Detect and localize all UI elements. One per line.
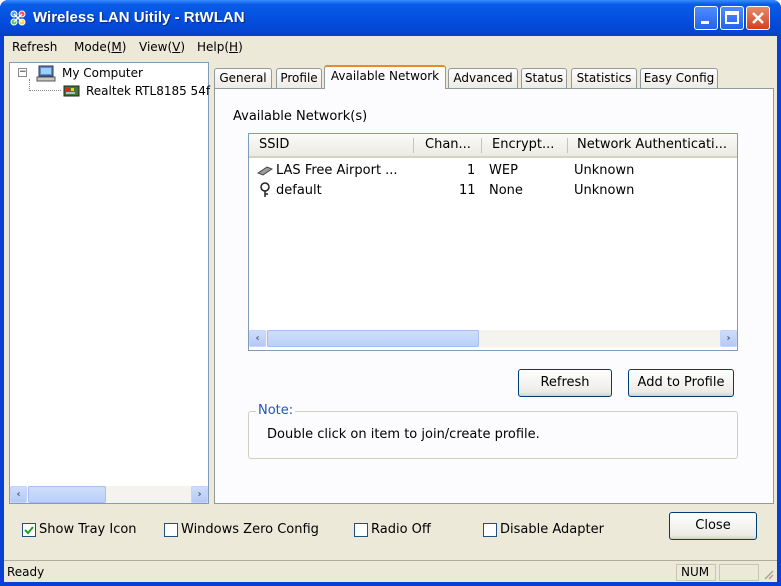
collapse-expander[interactable]: − [18,68,27,77]
window-title: Wireless LAN Uitily - RtWLAN [33,9,245,26]
radio-off-label: Radio Off [371,522,431,537]
menu-refresh-label: Refresh [12,40,58,54]
menu-refresh[interactable]: Refresh [12,40,57,54]
scroll-left-icon[interactable]: ‹ [10,486,27,503]
table-row[interactable]: default 11 None Unknown [249,181,737,201]
ap-antenna-icon [257,166,273,176]
status-text: Ready [7,565,45,579]
menu-help-suffix: ) [238,40,243,54]
menu-view-label: View( [139,40,173,54]
minimize-button[interactable] [694,6,718,30]
cell-auth: Unknown [574,183,635,198]
resize-grip-icon[interactable] [762,568,774,580]
menu-mode-label: Mode( [74,40,112,54]
close-button[interactable]: Close [669,512,757,540]
tree-scroll-thumb[interactable] [28,486,106,503]
maximize-icon [725,11,739,24]
tab-easy-config[interactable]: Easy Config [640,68,718,88]
list-header: SSID Chan... Encrypt... Network Authenti… [249,134,737,158]
close-window-button[interactable] [746,6,770,30]
tree-connector-branch [29,90,61,91]
cell-ssid: LAS Free Airport ... [276,163,398,178]
column-ssid[interactable]: SSID [249,134,411,156]
minimize-icon [701,21,709,24]
tab-statistics[interactable]: Statistics [571,68,637,88]
available-networks-heading: Available Network(s) [233,109,368,124]
column-encryption[interactable]: Encrypt... [482,134,566,156]
menu-mode[interactable]: Mode(M) [74,40,126,54]
checkmark-icon [24,526,34,535]
menu-help-mnemonic: H [229,40,239,54]
tree-item-my-computer[interactable]: My Computer [62,66,143,80]
adhoc-key-icon [260,182,270,197]
menu-mode-mnemonic: M [111,40,122,54]
tab-available-network[interactable]: Available Network [324,65,446,89]
radio-off-checkbox[interactable] [354,523,368,537]
column-channel[interactable]: Chan... [415,134,481,156]
cell-channel: 1 [467,163,476,178]
my-computer-icon [36,65,56,82]
cell-ssid: default [276,183,322,198]
network-app-icon [10,10,26,26]
refresh-button[interactable]: Refresh [518,369,612,397]
device-tree[interactable]: − My Computer Realtek RTL8185 54f ‹ › [9,62,210,504]
tab-advanced[interactable]: Advanced [448,68,518,88]
tree-item-realtek-adapter[interactable]: Realtek RTL8185 54f [86,84,210,98]
column-separator[interactable] [413,138,414,153]
menu-bar: Refresh Mode(M) View(V) Help(H) [4,36,777,58]
scroll-right-icon[interactable]: › [191,486,208,503]
tab-profile[interactable]: Profile [276,68,322,88]
menu-help[interactable]: Help(H) [197,40,243,54]
client-area: Refresh Mode(M) View(V) Help(H) − My Com… [4,36,777,582]
scroll-right-icon[interactable]: › [720,330,737,347]
tree-horizontal-scrollbar[interactable]: ‹ › [10,486,208,503]
column-network-authentication[interactable]: Network Authenticati... [567,134,737,156]
cell-encryption: WEP [489,163,518,178]
note-text: Double click on item to join/create prof… [267,427,540,442]
windows-zero-config-label: Windows Zero Config [181,522,319,537]
status-pane-empty [719,564,759,581]
cell-channel: 11 [459,183,476,198]
maximize-button[interactable] [720,6,744,30]
scroll-left-icon[interactable]: ‹ [249,330,266,347]
disable-adapter-checkbox[interactable] [483,523,497,537]
menu-view[interactable]: View(V) [139,40,185,54]
title-bar[interactable]: Wireless LAN Uitily - RtWLAN [0,0,781,36]
status-bar: Ready NUM [4,560,777,582]
table-row[interactable]: LAS Free Airport ... 1 WEP Unknown [249,161,737,181]
app-window: Wireless LAN Uitily - RtWLAN Refresh Mod… [0,0,781,586]
tab-general[interactable]: General [214,68,272,88]
show-tray-icon-checkbox[interactable] [22,523,36,537]
show-tray-icon-label: Show Tray Icon [39,522,137,537]
menu-view-suffix: ) [180,40,186,54]
close-icon [752,12,764,24]
available-networks-list[interactable]: SSID Chan... Encrypt... Network Authenti… [248,133,738,351]
add-to-profile-button[interactable]: Add to Profile [628,369,734,397]
windows-zero-config-checkbox[interactable] [164,523,178,537]
menu-mode-suffix: ) [121,40,127,54]
note-title: Note: [256,403,296,418]
list-scroll-thumb[interactable] [267,330,479,347]
network-adapter-icon [63,85,80,97]
disable-adapter-label: Disable Adapter [500,522,604,537]
cell-auth: Unknown [574,163,635,178]
num-lock-indicator: NUM [676,564,716,581]
tab-status[interactable]: Status [521,68,567,88]
menu-help-label: Help( [197,40,230,54]
cell-encryption: None [489,183,523,198]
list-horizontal-scrollbar[interactable]: ‹ › [249,330,737,347]
